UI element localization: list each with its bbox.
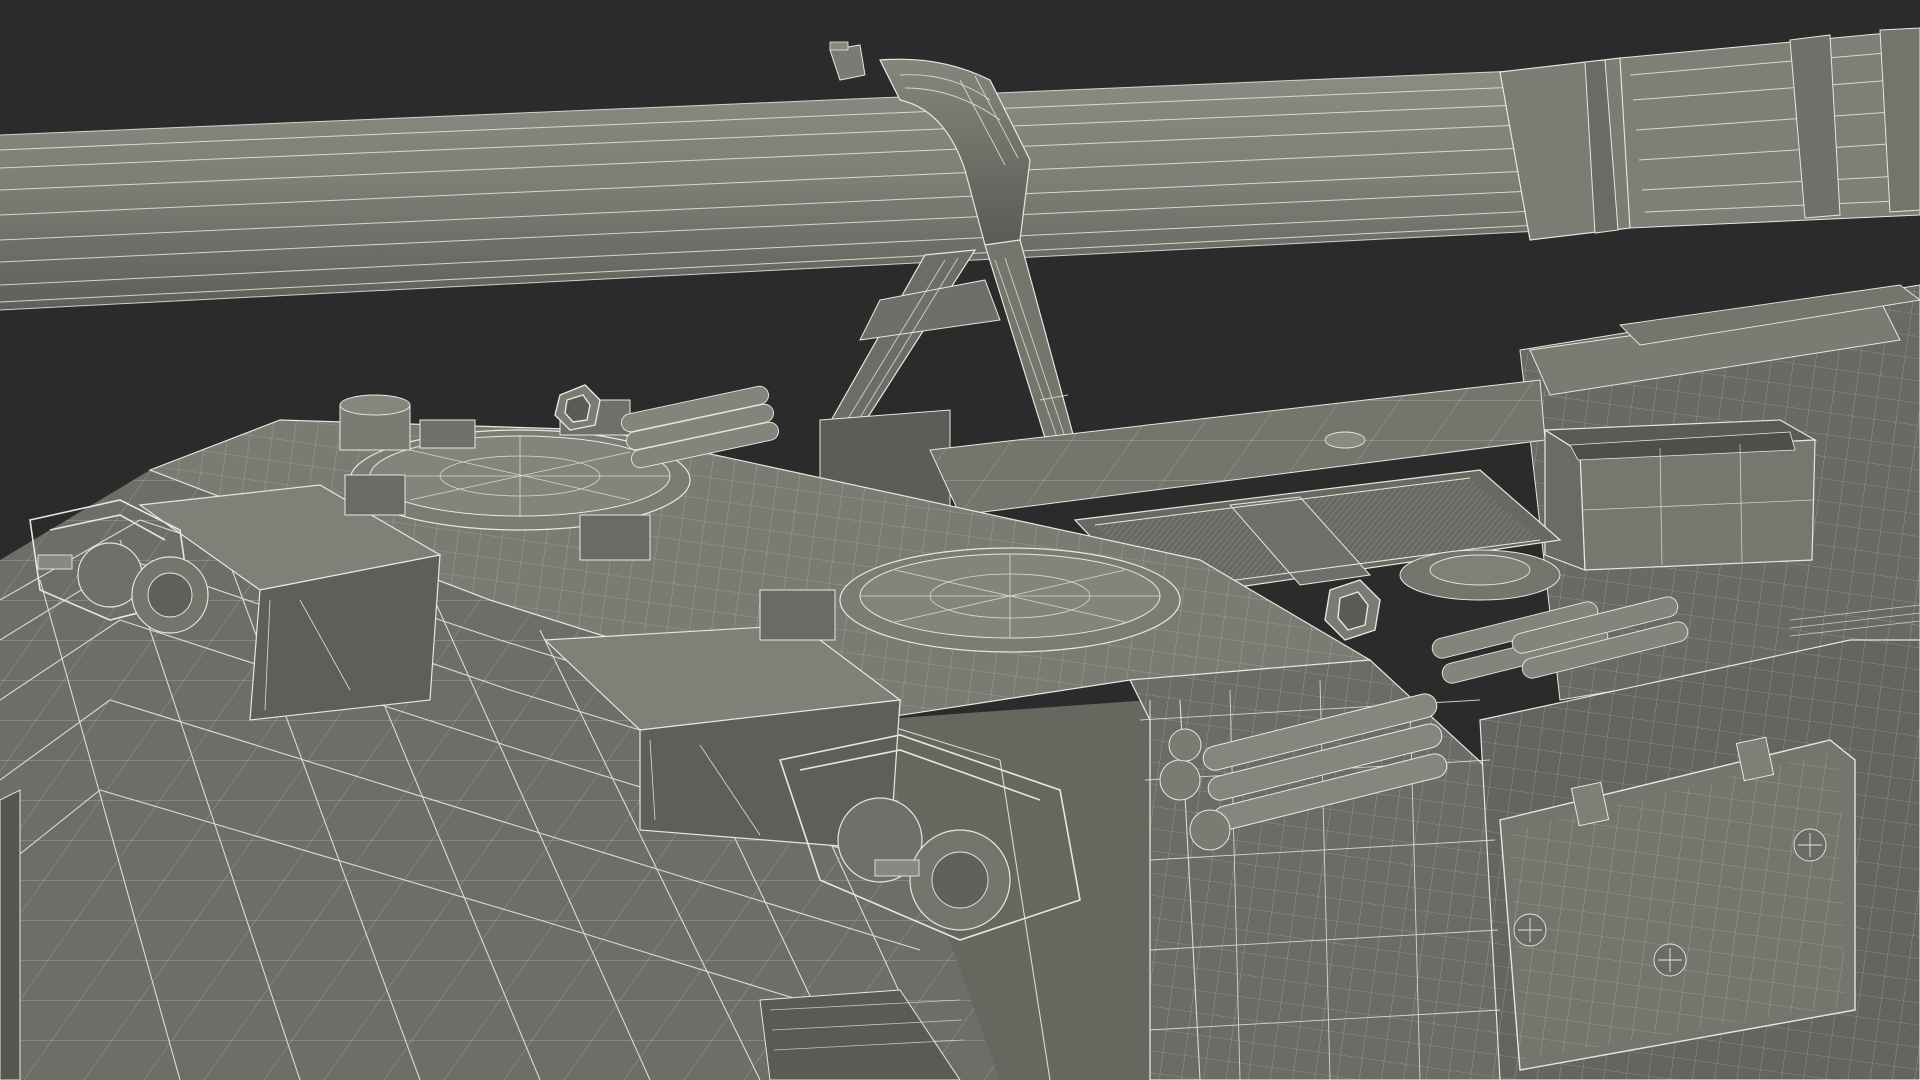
wireframe-render [0, 0, 1920, 1080]
render-viewport [0, 0, 1920, 1080]
